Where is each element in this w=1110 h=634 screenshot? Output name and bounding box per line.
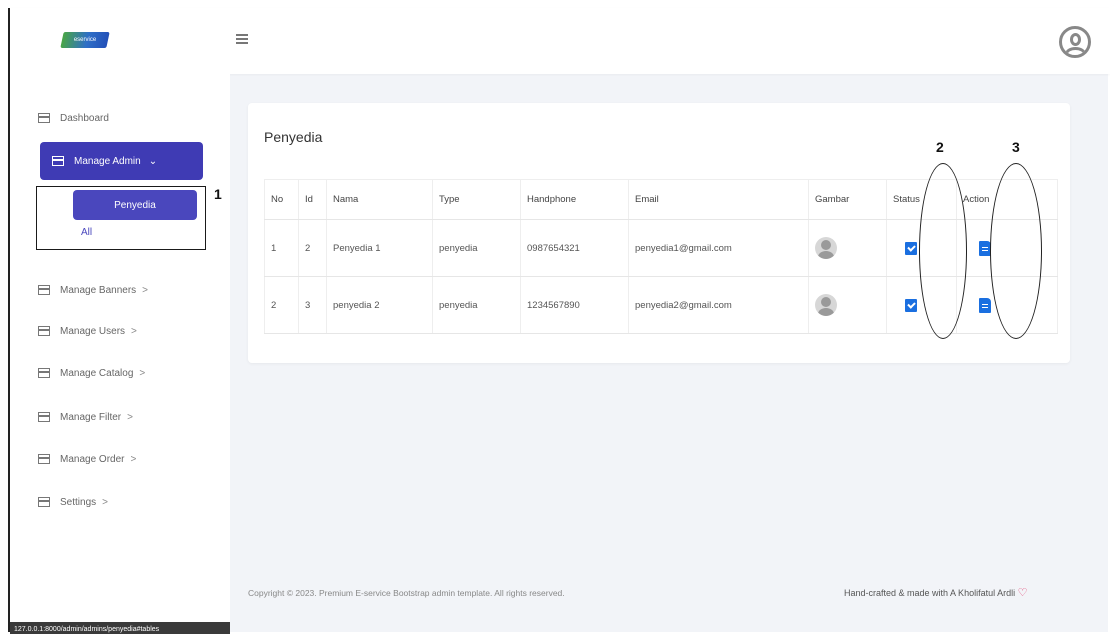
sidebar-item-dashboard[interactable]: Dashboard	[38, 108, 109, 128]
table-icon	[52, 156, 64, 166]
sidebar-item-manage-order[interactable]: Manage Order >	[38, 449, 136, 469]
status-check-icon[interactable]	[905, 241, 917, 255]
footer-copyright: Copyright © 2023. Premium E-service Boot…	[248, 588, 565, 598]
column-header-type: Type	[432, 179, 521, 220]
status-check-icon[interactable]	[905, 298, 917, 312]
app-frame: eservice Dashboard Manage Admin ⌄ Penyed…	[8, 8, 1110, 634]
sidebar-item-manage-users[interactable]: Manage Users >	[38, 321, 137, 341]
submenu-item-all[interactable]: All	[81, 227, 92, 238]
sidebar-item-manage-admin[interactable]: Manage Admin ⌄	[40, 142, 203, 180]
sidebar-item-manage-catalog[interactable]: Manage Catalog >	[38, 363, 145, 383]
chevron-right-icon: >	[131, 325, 137, 337]
top-navbar: eservice	[10, 8, 1110, 74]
avatar-head-shape	[1070, 33, 1081, 46]
submenu-item-penyedia[interactable]: Penyedia	[73, 190, 197, 220]
settings-icon	[38, 497, 50, 507]
chevron-right-icon: >	[102, 496, 108, 508]
brand-logo[interactable]: eservice	[60, 32, 110, 48]
table-icon	[38, 326, 50, 336]
cell-email: penyedia1@gmail.com	[628, 219, 809, 277]
column-header-handphone: Handphone	[520, 179, 629, 220]
sidebar: Dashboard Manage Admin ⌄ Penyedia All Ma…	[10, 74, 230, 632]
sidebar-item-label: Dashboard	[60, 112, 109, 124]
heart-icon: ♡	[1017, 587, 1028, 599]
cell-gambar	[808, 219, 887, 277]
dashboard-icon	[38, 113, 50, 123]
table-icon	[38, 412, 50, 422]
sidebar-item-settings[interactable]: Settings >	[38, 492, 108, 512]
user-placeholder-icon	[815, 294, 837, 316]
sidebar-item-manage-filter[interactable]: Manage Filter >	[38, 407, 133, 427]
annotation-oval-action	[990, 163, 1042, 339]
avatar-body-shape	[1065, 47, 1086, 55]
sidebar-item-label: Settings	[60, 496, 97, 508]
sidebar-item-label: Manage Banners	[60, 284, 137, 296]
cell-nama: penyedia 2	[326, 276, 433, 334]
cell-type: penyedia	[432, 276, 521, 334]
user-placeholder-icon	[815, 237, 837, 259]
sidebar-item-label: Manage Users	[60, 325, 126, 337]
table-icon	[38, 285, 50, 295]
menu-toggle-icon[interactable]	[236, 34, 248, 44]
column-header-nama: Nama	[326, 179, 433, 220]
cell-type: penyedia	[432, 219, 521, 277]
catalog-icon	[38, 368, 50, 378]
column-header-id: Id	[298, 179, 327, 220]
cell-id: 2	[298, 219, 327, 277]
annotation-2: 2	[936, 139, 944, 155]
chevron-down-icon: ⌄	[148, 155, 158, 167]
column-header-gambar: Gambar	[808, 179, 887, 220]
sidebar-item-manage-banners[interactable]: Manage Banners >	[38, 280, 148, 300]
user-avatar[interactable]	[1059, 26, 1091, 58]
cell-id: 3	[298, 276, 327, 334]
footer-credit: Hand-crafted & made with A Kholifatul Ar…	[844, 586, 1027, 599]
cell-email: penyedia2@gmail.com	[628, 276, 809, 334]
annotation-oval-status	[919, 163, 967, 339]
sidebar-item-label: Manage Catalog	[60, 367, 134, 379]
column-header-email: Email	[628, 179, 809, 220]
chevron-right-icon: >	[139, 367, 146, 379]
cell-handphone: 1234567890	[520, 276, 629, 334]
chevron-right-icon: >	[142, 284, 149, 296]
penyedia-card: Penyedia No Id Nama Type Handphone Email…	[248, 103, 1070, 363]
sidebar-item-label: Manage Filter	[60, 411, 122, 423]
logo-text: eservice	[73, 37, 97, 43]
cell-no: 2	[264, 276, 299, 334]
chevron-right-icon: >	[127, 411, 133, 423]
annotation-1: 1	[214, 186, 222, 202]
card-title: Penyedia	[264, 129, 323, 145]
footer-credit-text: Hand-crafted & made with A Kholifatul Ar…	[844, 588, 1016, 598]
sidebar-item-label: Manage Order	[60, 453, 125, 465]
cell-gambar	[808, 276, 887, 334]
annotation-3: 3	[1012, 139, 1020, 155]
chevron-right-icon: >	[130, 453, 137, 465]
cell-handphone: 0987654321	[520, 219, 629, 277]
sidebar-item-label: Manage Admin	[74, 155, 141, 167]
column-header-no: No	[264, 179, 299, 220]
document-edit-icon[interactable]	[979, 297, 991, 313]
table-icon	[38, 454, 50, 464]
cell-nama: Penyedia 1	[326, 219, 433, 277]
browser-status-url: 127.0.0.1:8000/admin/admins/penyedia#tab…	[10, 622, 230, 634]
cell-no: 1	[264, 219, 299, 277]
admin-submenu: Penyedia All	[36, 186, 206, 250]
